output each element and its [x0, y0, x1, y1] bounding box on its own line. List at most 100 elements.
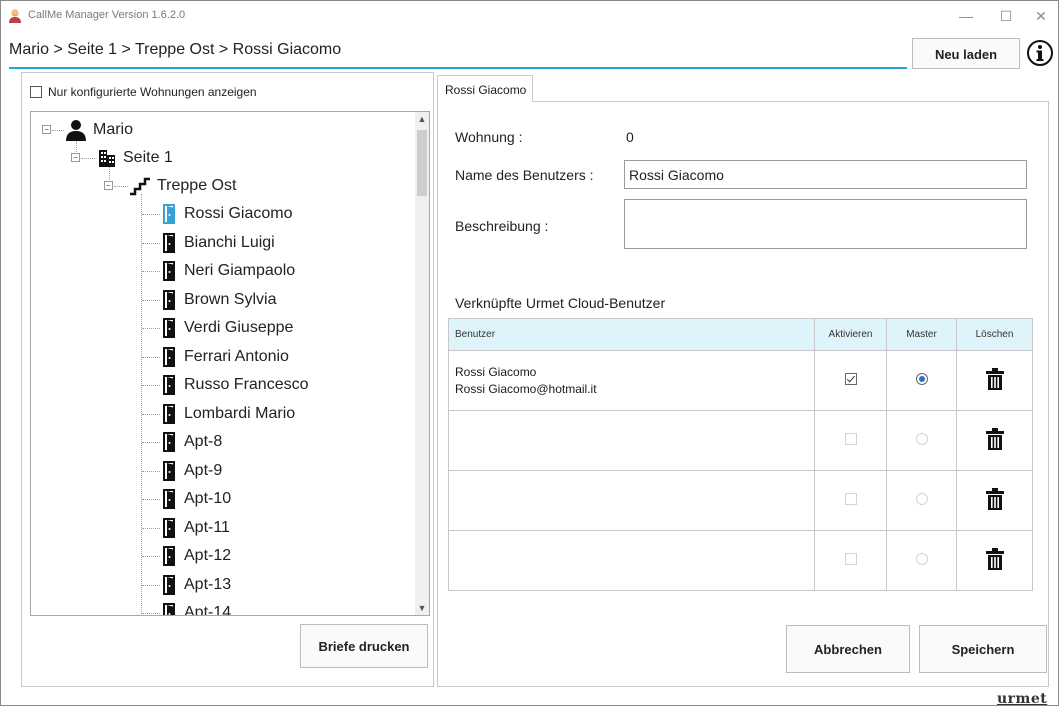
- delete-cell[interactable]: [956, 350, 1033, 411]
- tree-guide: [141, 194, 142, 614]
- trash-icon: [985, 368, 1004, 390]
- collapse-toggle-seite[interactable]: −: [71, 153, 80, 162]
- activate-checkbox[interactable]: [844, 433, 857, 445]
- apartment-tree[interactable]: − Mario − Seite 1 − Treppe Ost Rossi Gia…: [30, 111, 430, 616]
- tree-guide: [142, 613, 160, 614]
- master-radio[interactable]: [915, 493, 928, 505]
- print-letters-button[interactable]: Briefe drucken: [300, 624, 428, 668]
- tree-node-apartment[interactable]: Apt-10: [162, 486, 231, 512]
- tree-guide: [142, 527, 160, 529]
- door-icon: [163, 517, 175, 538]
- apartment-label: Apt-12: [184, 547, 232, 564]
- delete-button[interactable]: [985, 428, 1005, 454]
- master-cell: [886, 470, 957, 531]
- tree-guide: [81, 158, 95, 159]
- apartment-label: Apt-9: [184, 461, 223, 479]
- breadcrumb: Mario > Seite 1 > Treppe Ost > Rossi Gia…: [9, 41, 342, 58]
- table-row: [448, 470, 1033, 531]
- tab-rossi-giacomo[interactable]: Rossi Giacomo: [437, 75, 533, 102]
- tree-scrollbar[interactable]: ▲ ▼: [415, 112, 429, 615]
- tree-node-apartment[interactable]: Apt-14: [162, 600, 232, 616]
- only-configured-checkbox[interactable]: [30, 86, 42, 98]
- user-cell: [448, 410, 815, 471]
- tree-guide: [142, 470, 160, 472]
- tree-node-seite-1[interactable]: Seite 1: [97, 145, 173, 171]
- delete-cell[interactable]: [956, 410, 1033, 471]
- apartment-label: Russo Francesco: [184, 376, 309, 393]
- description-input[interactable]: [624, 199, 1027, 249]
- user-email: Rossi Giacomo@hotmail.it: [455, 381, 597, 396]
- minimize-button[interactable]: —: [948, 5, 984, 27]
- delete-button[interactable]: [985, 488, 1005, 514]
- table-row: [448, 410, 1033, 471]
- tree-node-apartment[interactable]: Ferrari Antonio: [162, 344, 289, 370]
- user-person-icon: [9, 9, 21, 23]
- tree-guide: [142, 214, 160, 215]
- scroll-down-arrow[interactable]: ▼: [415, 601, 429, 615]
- tree-node-apartment[interactable]: Rossi Giacomo: [162, 201, 292, 227]
- tree-node-apartment[interactable]: Brown Sylvia: [162, 287, 276, 313]
- activate-checkbox[interactable]: [844, 493, 857, 505]
- apartment-label: Rossi Giacomo: [184, 205, 293, 222]
- user-name-input[interactable]: [624, 160, 1027, 189]
- door-icon: [163, 432, 175, 452]
- tree-guide: [142, 271, 160, 272]
- master-radio[interactable]: [915, 553, 928, 565]
- delete-button[interactable]: [985, 548, 1005, 574]
- door-icon: [163, 489, 175, 509]
- tree-node-apartment[interactable]: Verdi Giuseppe: [162, 315, 293, 341]
- tree-guide: [142, 356, 160, 358]
- collapse-toggle-mario[interactable]: −: [42, 125, 51, 134]
- tree-node-apartment[interactable]: Lombardi Mario: [162, 401, 295, 427]
- tree-node-apartment[interactable]: Russo Francesco: [162, 372, 309, 398]
- tree-guide: [142, 328, 160, 329]
- tree-guide: [142, 584, 160, 586]
- apartment-tree-panel: Nur konfigurierte Wohnungen anzeigen − M…: [21, 72, 434, 687]
- activate-checkbox[interactable]: [844, 373, 857, 385]
- reload-button[interactable]: Neu laden: [912, 38, 1020, 69]
- close-button[interactable]: ✕: [1023, 5, 1059, 27]
- tree-node-apartment[interactable]: Neri Giampaolo: [162, 258, 295, 284]
- scroll-up-arrow[interactable]: ▲: [415, 112, 429, 126]
- delete-button[interactable]: [985, 368, 1005, 394]
- apartment-label: Apt-14: [184, 604, 232, 616]
- apartment-label: Bianchi Luigi: [184, 233, 275, 251]
- column-header-master: Master: [886, 318, 957, 351]
- tree-guide: [52, 130, 64, 131]
- tree-node-apartment[interactable]: Apt-8: [162, 429, 222, 455]
- collapse-toggle-treppe[interactable]: −: [104, 181, 113, 190]
- tree-guide: [114, 186, 128, 187]
- tree-node-apartment[interactable]: Apt-9: [162, 458, 222, 484]
- activate-checkbox[interactable]: [844, 553, 857, 565]
- tree-node-mario[interactable]: Mario: [65, 117, 133, 143]
- tree-node-apartment[interactable]: Apt-13: [162, 572, 231, 598]
- window-title: CallMe Manager Version 1.6.2.0: [28, 9, 186, 21]
- master-cell: [886, 350, 957, 411]
- apartment-label: Apt-10: [184, 490, 232, 507]
- apartment-label: Apt-11: [184, 518, 230, 536]
- master-radio[interactable]: [915, 373, 928, 385]
- tree-node-apartment[interactable]: Apt-12: [162, 543, 231, 569]
- activate-cell: [814, 410, 887, 471]
- trash-icon: [985, 488, 1004, 510]
- building-icon: [99, 150, 115, 167]
- cancel-button[interactable]: Abbrechen: [786, 625, 910, 673]
- tree-node-apartment[interactable]: Bianchi Luigi: [162, 230, 275, 256]
- maximize-button[interactable]: ☐: [988, 5, 1024, 27]
- apartment-label: Wohnung :: [455, 129, 523, 145]
- tree-node-apartment[interactable]: Apt-11: [162, 515, 230, 541]
- column-header-user: Benutzer: [448, 318, 815, 351]
- description-label: Beschreibung :: [455, 218, 549, 234]
- scroll-thumb[interactable]: [417, 130, 427, 196]
- table-row: Rossi Giacomo Rossi Giacomo@hotmail.it: [448, 350, 1033, 411]
- delete-cell[interactable]: [956, 470, 1033, 531]
- apartment-label: Brown Sylvia: [184, 290, 277, 308]
- tree-node-treppe-ost[interactable]: Treppe Ost: [129, 173, 236, 199]
- tree-guide: [142, 556, 160, 557]
- door-icon: [163, 289, 175, 310]
- save-button[interactable]: Speichern: [919, 625, 1047, 673]
- info-icon[interactable]: [1026, 39, 1054, 67]
- master-radio[interactable]: [915, 433, 928, 445]
- only-configured-filter[interactable]: Nur konfigurierte Wohnungen anzeigen: [30, 85, 257, 99]
- delete-cell[interactable]: [956, 530, 1033, 591]
